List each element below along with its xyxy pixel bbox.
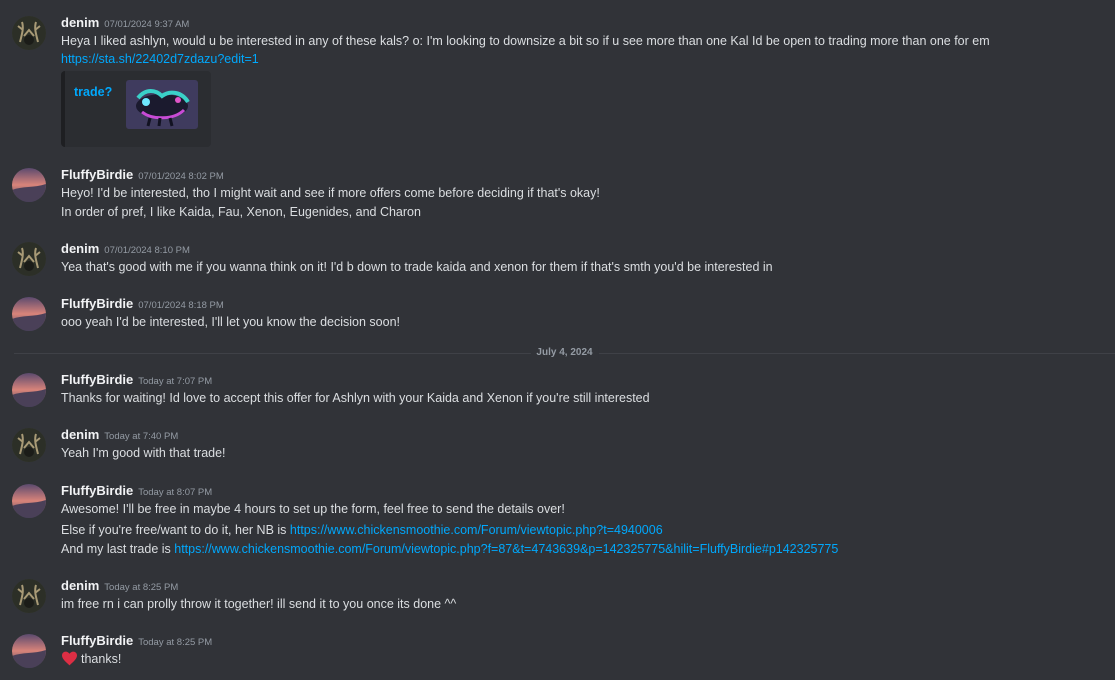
antler-avatar-icon [12, 16, 46, 50]
message-text: In order of pref, I like Kaida, Fau, Xen… [61, 205, 421, 219]
sunset-avatar-icon [12, 373, 46, 407]
message-header: denim Today at 8:25 PM [61, 577, 178, 597]
message-text: Yeah I'm good with that trade! [61, 446, 226, 460]
message-text-with-emoji: thanks! [61, 650, 121, 668]
antler-avatar-icon [12, 579, 46, 613]
date-divider: July 4, 2024 [14, 346, 1115, 360]
timestamp: Today at 7:07 PM [138, 376, 213, 387]
avatar-fluffybirdie[interactable] [12, 634, 46, 668]
message-link[interactable]: https://www.chickensmoothie.com/Forum/vi… [174, 542, 838, 556]
embed-title[interactable]: trade? [74, 85, 112, 99]
message-text: Else if you're free/want to do it, her N… [61, 523, 290, 537]
chat-messages: denim 07/01/2024 9:37 AM Heya I liked ash… [0, 0, 1115, 680]
message-link[interactable]: https://sta.sh/22402d7zdazu?edit=1 [61, 50, 259, 68]
sunset-avatar-icon [12, 168, 46, 202]
message-text-with-link: Else if you're free/want to do it, her N… [61, 521, 663, 539]
message-link[interactable]: https://www.chickensmoothie.com/Forum/vi… [290, 523, 663, 537]
username[interactable]: denim [61, 578, 99, 593]
date-divider-label: July 4, 2024 [530, 346, 599, 360]
timestamp: 07/01/2024 8:10 PM [104, 245, 190, 256]
message-header: denim 07/01/2024 9:37 AM [61, 14, 189, 34]
timestamp: 07/01/2024 8:18 PM [138, 300, 224, 311]
message-header: FluffyBirdie Today at 7:07 PM [61, 371, 212, 391]
timestamp: Today at 7:40 PM [104, 431, 179, 442]
username[interactable]: FluffyBirdie [61, 372, 133, 387]
message-header: FluffyBirdie 07/01/2024 8:02 PM [61, 166, 224, 186]
avatar-fluffybirdie[interactable] [12, 168, 46, 202]
message-text: im free rn i can prolly throw it togethe… [61, 597, 457, 611]
timestamp: Today at 8:07 PM [138, 487, 213, 498]
sunset-avatar-icon [12, 484, 46, 518]
username[interactable]: denim [61, 241, 99, 256]
heart-icon [62, 651, 77, 666]
username[interactable]: FluffyBirdie [61, 483, 133, 498]
message-text: thanks! [81, 652, 122, 666]
timestamp: 07/01/2024 8:02 PM [138, 171, 224, 182]
sunset-avatar-icon [12, 297, 46, 331]
message-header: FluffyBirdie Today at 8:25 PM [61, 632, 212, 652]
message-text: Awesome! I'll be free in maybe 4 hours t… [61, 502, 565, 516]
antler-avatar-icon [12, 428, 46, 462]
antler-avatar-icon [12, 242, 46, 276]
username[interactable]: denim [61, 427, 99, 442]
link-embed: trade? [61, 71, 211, 147]
creature-image-icon [126, 80, 198, 129]
message-text: ooo yeah I'd be interested, I'll let you… [61, 315, 401, 329]
sunset-avatar-icon [12, 634, 46, 668]
embed-thumbnail[interactable] [126, 80, 198, 129]
message-text: And my last trade is [61, 542, 175, 556]
avatar-denim[interactable] [12, 428, 46, 462]
avatar-denim[interactable] [12, 16, 46, 50]
avatar-fluffybirdie[interactable] [12, 297, 46, 331]
avatar-denim[interactable] [12, 579, 46, 613]
message-text: Yea that's good with me if you wanna thi… [61, 260, 773, 274]
username[interactable]: FluffyBirdie [61, 633, 133, 648]
timestamp: Today at 8:25 PM [138, 637, 213, 648]
message-text: Thanks for waiting! Id love to accept th… [61, 391, 650, 405]
message-text: Heyo! I'd be interested, tho I might wai… [61, 186, 600, 200]
message-text: Heya I liked ashlyn, would u be interest… [61, 34, 990, 48]
timestamp: 07/01/2024 9:37 AM [104, 19, 190, 30]
username[interactable]: FluffyBirdie [61, 296, 133, 311]
message-header: denim 07/01/2024 8:10 PM [61, 240, 190, 260]
message-header: FluffyBirdie Today at 8:07 PM [61, 482, 212, 502]
avatar-fluffybirdie[interactable] [12, 373, 46, 407]
message-text-with-link: And my last trade is https://www.chicken… [61, 540, 838, 558]
username[interactable]: denim [61, 15, 99, 30]
message-header: FluffyBirdie 07/01/2024 8:18 PM [61, 295, 224, 315]
message-header: denim Today at 7:40 PM [61, 426, 178, 446]
avatar-denim[interactable] [12, 242, 46, 276]
avatar-fluffybirdie[interactable] [12, 484, 46, 518]
timestamp: Today at 8:25 PM [104, 582, 179, 593]
username[interactable]: FluffyBirdie [61, 167, 133, 182]
